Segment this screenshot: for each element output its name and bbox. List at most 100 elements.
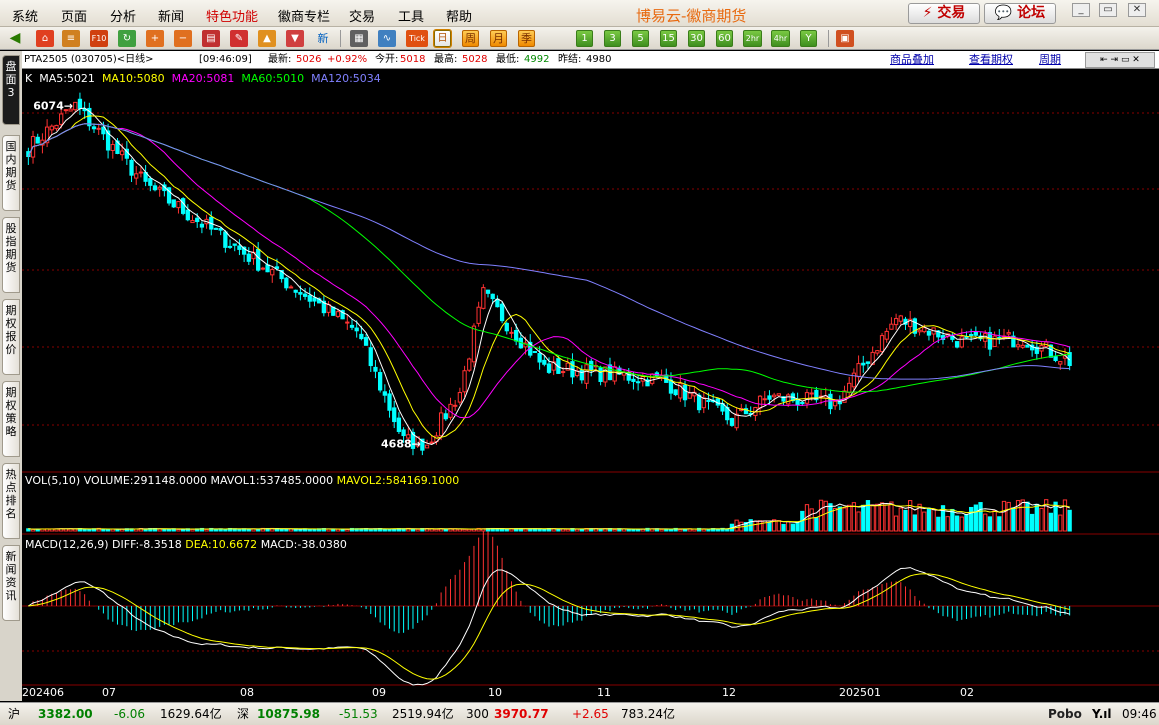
period-4hr[interactable]: 4hr	[771, 30, 790, 47]
forum-button[interactable]: 💬 论坛	[984, 3, 1056, 24]
volume-bar	[912, 514, 918, 532]
period-week[interactable]: 周	[462, 30, 479, 47]
volume-bar	[823, 500, 828, 532]
tab-option-quotes[interactable]: 期权报价	[2, 299, 20, 375]
volume-bar	[542, 528, 547, 532]
refresh-icon[interactable]: ↻	[118, 30, 136, 47]
kline-chart[interactable]: 202406 07 08 09 10 11 12 202501 02 6074→ 4688→	[22, 51, 1159, 701]
chart-area[interactable]: PTA2505 (030705)<日线> [09:46:09] 最新: 5026…	[22, 51, 1159, 701]
period-quarter[interactable]: 季	[518, 30, 535, 47]
filter-icon[interactable]: ▼	[286, 30, 304, 47]
tab-market-board[interactable]: 盘面3	[2, 55, 20, 125]
volume-bar	[1029, 513, 1035, 532]
volume-bar	[1020, 499, 1025, 532]
tick-button[interactable]: Tick	[406, 30, 428, 47]
candle-body	[650, 373, 655, 384]
period-15min[interactable]: 15	[660, 30, 677, 47]
f10-icon[interactable]: F10	[90, 30, 108, 47]
period-year[interactable]: Y	[800, 30, 817, 47]
volume-bar	[30, 528, 36, 532]
tab-option-strategy[interactable]: 期权策略	[2, 381, 20, 457]
volume-bar	[847, 504, 852, 532]
candle-body	[776, 393, 781, 396]
period-5min[interactable]: 5	[632, 30, 649, 47]
candle-body	[889, 323, 894, 330]
period-1min[interactable]: 1	[576, 30, 593, 47]
minimize-icon[interactable]: _	[1072, 3, 1090, 17]
candle-body	[354, 327, 359, 332]
candle-body	[91, 126, 97, 130]
candle-body	[363, 337, 369, 346]
candle-body	[856, 363, 861, 378]
menu-trade[interactable]: 交易	[349, 6, 375, 25]
candle-body	[77, 98, 83, 109]
tab-news[interactable]: 新闻资讯	[2, 545, 20, 621]
period-30min[interactable]: 30	[688, 30, 705, 47]
home-icon[interactable]: ⌂	[36, 30, 54, 47]
volume-bar	[973, 504, 978, 532]
volume-bar	[959, 516, 964, 532]
candle-body	[1025, 344, 1030, 348]
maximize-icon[interactable]: ▭	[1099, 3, 1117, 17]
menu-features[interactable]: 特色功能	[206, 6, 258, 25]
candle-body	[218, 228, 223, 231]
calendar-icon[interactable]: ▣	[836, 30, 854, 47]
candle-body	[509, 331, 514, 334]
alert-icon[interactable]: ▲	[258, 30, 276, 47]
candle-body	[954, 341, 960, 348]
tab-hot-ranking[interactable]: 热点排名	[2, 463, 20, 539]
candle-body	[298, 292, 303, 295]
x-axis-label: 11	[597, 686, 611, 699]
list-icon[interactable]: ≡	[62, 30, 80, 47]
sz-amount: 2519.94亿	[392, 707, 454, 721]
menu-huishang[interactable]: 徽商专栏	[278, 6, 330, 25]
period-month[interactable]: 月	[490, 30, 507, 47]
candle-body	[809, 392, 814, 395]
close-icon[interactable]: ✕	[1128, 3, 1146, 17]
candle-body	[1015, 344, 1021, 348]
candle-body	[49, 125, 54, 131]
candle-body	[1053, 356, 1058, 361]
menu-tools[interactable]: 工具	[398, 6, 424, 25]
candle-body	[635, 381, 641, 384]
candle-body	[96, 127, 101, 130]
candle-body	[134, 173, 139, 179]
candle-body	[959, 336, 964, 348]
tab-index-futures[interactable]: 股指期货	[2, 217, 20, 293]
volume-bar	[969, 506, 974, 532]
candle-body	[879, 335, 885, 353]
candle-body	[485, 289, 491, 294]
period-60min[interactable]: 60	[716, 30, 733, 47]
candle-body	[190, 220, 195, 224]
chart-icon[interactable]: ∿	[378, 30, 396, 47]
new-icon[interactable]: 新	[314, 30, 332, 47]
layout-icon[interactable]: ▤	[202, 30, 220, 47]
candle-body	[223, 231, 228, 248]
candle-body	[476, 306, 481, 324]
menu-news[interactable]: 新闻	[158, 6, 184, 25]
period-2hr[interactable]: 2hr	[743, 30, 762, 47]
zoom-out-icon[interactable]: −	[174, 30, 192, 47]
sz-label: 深	[237, 707, 250, 721]
candle-body	[35, 136, 40, 144]
table-icon[interactable]: ▦	[350, 30, 368, 47]
volume-bar	[82, 528, 87, 532]
period-3min[interactable]: 3	[604, 30, 621, 47]
candle-body	[579, 369, 584, 381]
chart-grid	[22, 112, 1159, 686]
volume-bar	[1048, 512, 1054, 532]
menu-help[interactable]: 帮助	[446, 6, 472, 25]
period-day[interactable]: 日	[433, 29, 452, 48]
candle-body	[359, 333, 364, 340]
trade-button[interactable]: ⚡ 交易	[908, 3, 980, 24]
menu-analysis[interactable]: 分析	[110, 6, 136, 25]
volume-bar	[279, 528, 284, 532]
back-icon[interactable]: ◀	[6, 30, 24, 47]
draw-icon[interactable]: ✎	[230, 30, 248, 47]
tab-domestic-futures[interactable]: 国内期货	[2, 135, 20, 211]
candle-body	[546, 363, 552, 373]
menu-system[interactable]: 系统	[12, 6, 38, 25]
menu-page[interactable]: 页面	[61, 6, 87, 25]
volume-bar	[809, 508, 814, 532]
zoom-in-icon[interactable]: +	[146, 30, 164, 47]
